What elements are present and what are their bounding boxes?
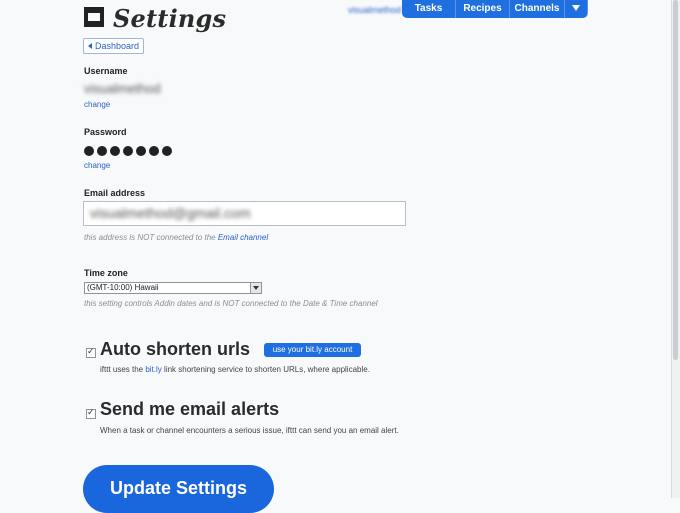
use-bitly-account-button[interactable]: use your bit.ly account [264,343,361,357]
email-alerts-checkbox[interactable] [86,407,96,419]
email-label: Email address [84,188,146,198]
nav-more-dropdown[interactable] [565,0,588,18]
timezone-hint: this setting controls Addin dates and is… [84,299,378,308]
password-masked-value [84,146,172,156]
bitly-link[interactable]: bit.ly [145,365,161,374]
update-settings-button[interactable]: Update Settings [83,465,274,513]
email-field[interactable]: visualmethod@gmail.com [83,201,406,226]
email-hint: this address is NOT connected to the Ema… [84,233,269,242]
nav-recipes[interactable]: Recipes [456,0,510,18]
auto-shorten-title: Auto shorten urls [100,339,251,359]
dashboard-button[interactable]: Dashboard [83,38,145,54]
dropdown-arrow-icon[interactable] [250,283,261,293]
dashboard-button-label: Dashboard [95,41,140,51]
nav-channels[interactable]: Channels [510,0,565,18]
timezone-select[interactable]: (GMT-10:00) Hawaii [84,282,262,294]
scrollbar-thumb[interactable] [673,0,678,360]
top-navigation: Tasks Recipes Channels [402,0,588,18]
auto-shorten-description: ifttt uses the bit.ly link shortening se… [100,365,370,374]
page-title: Settings [113,4,227,33]
ifttt-logo-icon [84,7,104,27]
page-scrollbar[interactable] [671,0,680,498]
username-label: Username [84,66,128,76]
email-alerts-description: When a task or channel encounters a seri… [100,426,399,435]
username-value: visualmethod [84,81,161,96]
password-label: Password [84,127,127,137]
arrow-left-icon [88,43,92,49]
change-password-link[interactable]: change [84,161,110,170]
email-channel-link[interactable]: Email channel [218,233,268,242]
change-username-link[interactable]: change [84,100,110,109]
nav-tasks[interactable]: Tasks [402,0,456,18]
auto-shorten-checkbox[interactable] [86,346,96,358]
email-alerts-title: Send me email alerts [100,399,280,419]
account-username-link[interactable]: visualmethod [348,5,401,15]
timezone-label: Time zone [84,268,128,278]
timezone-selected-value: (GMT-10:00) Hawaii [87,283,159,292]
email-field-value: visualmethod@gmail.com [90,205,251,221]
chevron-down-icon [572,5,580,12]
